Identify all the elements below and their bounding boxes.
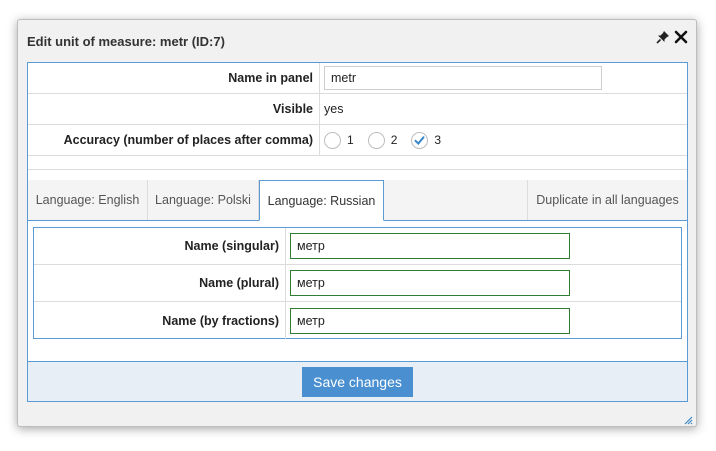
dialog-titlebar[interactable]: Edit unit of measure: metr (ID:7): [18, 20, 696, 62]
accuracy-label: Accuracy (number of places after comma): [28, 125, 320, 155]
visible-value[interactable]: yes: [320, 94, 687, 124]
tab-polski[interactable]: Language: Polski: [148, 180, 259, 220]
accuracy-option-2[interactable]: 2: [367, 131, 398, 149]
save-changes-button[interactable]: Save changes: [302, 366, 413, 397]
language-fields: Name (singular) Name (plural) Name (by f…: [33, 227, 682, 339]
checkmark-icon: [414, 135, 425, 145]
title-icons: [656, 30, 688, 44]
close-icon[interactable]: [674, 30, 688, 44]
name-plural-label: Name (plural): [34, 265, 286, 301]
main-panel: Name in panel Visible yes Accuracy (numb…: [27, 62, 688, 362]
dialog-footer: Save changes: [27, 362, 688, 402]
accuracy-option-3[interactable]: 3: [411, 131, 442, 149]
tab-russian[interactable]: Language: Russian: [259, 180, 384, 221]
name-in-panel-input[interactable]: [324, 66, 602, 90]
resize-handle-icon[interactable]: [683, 413, 693, 425]
row-visible: Visible yes: [28, 94, 687, 125]
radio-label: 1: [347, 133, 354, 147]
name-singular-label: Name (singular): [34, 228, 286, 264]
radio-button[interactable]: [324, 131, 341, 149]
row-accuracy: Accuracy (number of places after comma) …: [28, 125, 687, 156]
visible-label: Visible: [28, 94, 320, 124]
row-name-plural: Name (plural): [34, 265, 681, 302]
name-singular-input[interactable]: [290, 233, 570, 259]
radio-button-checked[interactable]: [411, 131, 429, 149]
radio-label: 2: [390, 133, 398, 147]
pin-icon[interactable]: [656, 30, 670, 44]
accuracy-radio-group: 1 2 3: [320, 125, 687, 155]
radio-label: 3: [434, 133, 442, 147]
row-name-in-panel: Name in panel: [28, 63, 687, 94]
accuracy-option-1[interactable]: 1: [324, 131, 354, 149]
radio-button[interactable]: [367, 131, 385, 149]
name-plural-input[interactable]: [290, 270, 570, 296]
edit-unit-dialog: Edit unit of measure: metr (ID:7) Name i…: [17, 19, 697, 427]
language-tabs: Language: English Language: Polski Langu…: [28, 180, 687, 221]
name-fractions-label: Name (by fractions): [34, 302, 286, 339]
separator: [28, 156, 687, 170]
tab-english[interactable]: Language: English: [28, 180, 148, 220]
dialog-title: Edit unit of measure: metr (ID:7): [27, 33, 225, 49]
name-in-panel-label: Name in panel: [28, 63, 320, 93]
row-name-fractions: Name (by fractions): [34, 302, 681, 339]
properties-table: Name in panel Visible yes Accuracy (numb…: [28, 63, 687, 170]
duplicate-in-all-languages-tab[interactable]: Duplicate in all languages: [527, 180, 687, 220]
row-name-singular: Name (singular): [34, 228, 681, 265]
name-fractions-input[interactable]: [290, 307, 570, 334]
